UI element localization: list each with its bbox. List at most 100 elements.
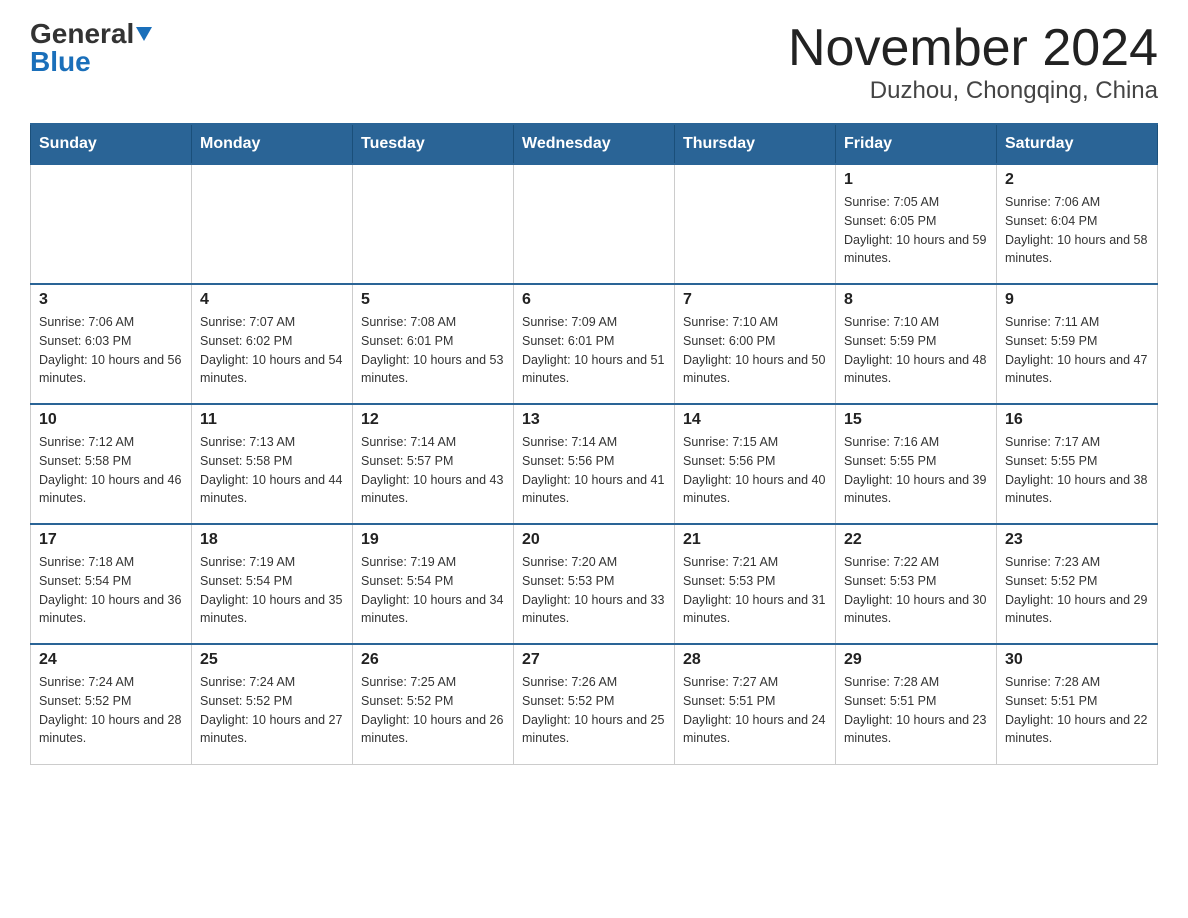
day-info: Sunrise: 7:16 AMSunset: 5:55 PMDaylight:… <box>844 433 988 508</box>
calendar-cell: 1 Sunrise: 7:05 AMSunset: 6:05 PMDaylight… <box>836 164 997 284</box>
day-info: Sunrise: 7:10 AMSunset: 6:00 PMDaylight:… <box>683 313 827 388</box>
logo-blue-text: Blue <box>30 48 91 76</box>
calendar-body: 1 Sunrise: 7:05 AMSunset: 6:05 PMDaylight… <box>31 164 1158 764</box>
calendar-cell <box>514 164 675 284</box>
day-number: 26 <box>361 651 505 669</box>
day-info: Sunrise: 7:08 AMSunset: 6:01 PMDaylight:… <box>361 313 505 388</box>
day-info: Sunrise: 7:18 AMSunset: 5:54 PMDaylight:… <box>39 553 183 628</box>
page-header: General Blue November 2024 Duzhou, Chong… <box>30 20 1158 105</box>
week-row-1: 1 Sunrise: 7:05 AMSunset: 6:05 PMDaylight… <box>31 164 1158 284</box>
weekday-header-wednesday: Wednesday <box>514 124 675 164</box>
calendar-cell: 23 Sunrise: 7:23 AMSunset: 5:52 PMDayligh… <box>997 524 1158 644</box>
calendar-cell: 29 Sunrise: 7:28 AMSunset: 5:51 PMDayligh… <box>836 644 997 764</box>
calendar-cell: 13 Sunrise: 7:14 AMSunset: 5:56 PMDayligh… <box>514 404 675 524</box>
weekday-header-monday: Monday <box>192 124 353 164</box>
calendar-cell: 9 Sunrise: 7:11 AMSunset: 5:59 PMDaylight… <box>997 284 1158 404</box>
logo-triangle-icon <box>136 27 152 41</box>
day-info: Sunrise: 7:19 AMSunset: 5:54 PMDaylight:… <box>361 553 505 628</box>
weekday-header-saturday: Saturday <box>997 124 1158 164</box>
day-info: Sunrise: 7:17 AMSunset: 5:55 PMDaylight:… <box>1005 433 1149 508</box>
calendar-cell: 11 Sunrise: 7:13 AMSunset: 5:58 PMDayligh… <box>192 404 353 524</box>
day-info: Sunrise: 7:09 AMSunset: 6:01 PMDaylight:… <box>522 313 666 388</box>
calendar-cell <box>31 164 192 284</box>
calendar-cell: 4Sunrise: 7:07 AMSunset: 6:02 PMDaylight… <box>192 284 353 404</box>
day-number: 29 <box>844 651 988 669</box>
day-number: 1 <box>844 171 988 189</box>
day-info: Sunrise: 7:28 AMSunset: 5:51 PMDaylight:… <box>1005 673 1149 748</box>
day-number: 3 <box>39 291 183 309</box>
day-number: 19 <box>361 531 505 549</box>
calendar-cell: 27 Sunrise: 7:26 AMSunset: 5:52 PMDayligh… <box>514 644 675 764</box>
calendar-cell: 7Sunrise: 7:10 AMSunset: 6:00 PMDaylight… <box>675 284 836 404</box>
calendar-cell: 2 Sunrise: 7:06 AMSunset: 6:04 PMDaylight… <box>997 164 1158 284</box>
calendar-cell: 16 Sunrise: 7:17 AMSunset: 5:55 PMDayligh… <box>997 404 1158 524</box>
day-number: 21 <box>683 531 827 549</box>
day-info: Sunrise: 7:05 AMSunset: 6:05 PMDaylight:… <box>844 193 988 268</box>
calendar-cell: 10 Sunrise: 7:12 AMSunset: 5:58 PMDayligh… <box>31 404 192 524</box>
day-number: 17 <box>39 531 183 549</box>
day-number: 11 <box>200 411 344 429</box>
calendar-cell: 21 Sunrise: 7:21 AMSunset: 5:53 PMDayligh… <box>675 524 836 644</box>
day-number: 27 <box>522 651 666 669</box>
day-number: 28 <box>683 651 827 669</box>
day-number: 2 <box>1005 171 1149 189</box>
calendar-cell: 5 Sunrise: 7:08 AMSunset: 6:01 PMDaylight… <box>353 284 514 404</box>
day-info: Sunrise: 7:06 AMSunset: 6:04 PMDaylight:… <box>1005 193 1149 268</box>
day-number: 14 <box>683 411 827 429</box>
calendar-cell: 17 Sunrise: 7:18 AMSunset: 5:54 PMDayligh… <box>31 524 192 644</box>
calendar-cell: 8Sunrise: 7:10 AMSunset: 5:59 PMDaylight… <box>836 284 997 404</box>
day-number: 25 <box>200 651 344 669</box>
day-info: Sunrise: 7:14 AMSunset: 5:56 PMDaylight:… <box>522 433 666 508</box>
day-info: Sunrise: 7:06 AMSunset: 6:03 PMDaylight:… <box>39 313 183 388</box>
day-number: 15 <box>844 411 988 429</box>
day-info: Sunrise: 7:07 AMSunset: 6:02 PMDaylight:… <box>200 313 344 388</box>
weekday-header-sunday: Sunday <box>31 124 192 164</box>
calendar-title: November 2024 <box>788 20 1158 77</box>
day-number: 16 <box>1005 411 1149 429</box>
day-number: 5 <box>361 291 505 309</box>
day-info: Sunrise: 7:19 AMSunset: 5:54 PMDaylight:… <box>200 553 344 628</box>
calendar-cell: 19 Sunrise: 7:19 AMSunset: 5:54 PMDayligh… <box>353 524 514 644</box>
calendar-cell: 20Sunrise: 7:20 AMSunset: 5:53 PMDayligh… <box>514 524 675 644</box>
day-number: 13 <box>522 411 666 429</box>
calendar-cell: 22 Sunrise: 7:22 AMSunset: 5:53 PMDayligh… <box>836 524 997 644</box>
day-number: 12 <box>361 411 505 429</box>
weekday-header-row: SundayMondayTuesdayWednesdayThursdayFrid… <box>31 124 1158 164</box>
day-info: Sunrise: 7:23 AMSunset: 5:52 PMDaylight:… <box>1005 553 1149 628</box>
calendar-subtitle: Duzhou, Chongqing, China <box>788 77 1158 105</box>
day-info: Sunrise: 7:24 AMSunset: 5:52 PMDaylight:… <box>39 673 183 748</box>
day-number: 10 <box>39 411 183 429</box>
day-number: 24 <box>39 651 183 669</box>
day-info: Sunrise: 7:22 AMSunset: 5:53 PMDaylight:… <box>844 553 988 628</box>
calendar-cell: 6Sunrise: 7:09 AMSunset: 6:01 PMDaylight… <box>514 284 675 404</box>
calendar-table: SundayMondayTuesdayWednesdayThursdayFrid… <box>30 123 1158 765</box>
calendar-cell <box>192 164 353 284</box>
calendar-cell: 15 Sunrise: 7:16 AMSunset: 5:55 PMDayligh… <box>836 404 997 524</box>
weekday-header-tuesday: Tuesday <box>353 124 514 164</box>
calendar-title-block: November 2024 Duzhou, Chongqing, China <box>788 20 1158 105</box>
week-row-4: 17 Sunrise: 7:18 AMSunset: 5:54 PMDayligh… <box>31 524 1158 644</box>
calendar-cell: 3 Sunrise: 7:06 AMSunset: 6:03 PMDaylight… <box>31 284 192 404</box>
calendar-cell <box>675 164 836 284</box>
weekday-header-thursday: Thursday <box>675 124 836 164</box>
calendar-cell: 12Sunrise: 7:14 AMSunset: 5:57 PMDayligh… <box>353 404 514 524</box>
calendar-cell: 25Sunrise: 7:24 AMSunset: 5:52 PMDayligh… <box>192 644 353 764</box>
day-info: Sunrise: 7:26 AMSunset: 5:52 PMDaylight:… <box>522 673 666 748</box>
calendar-cell: 30 Sunrise: 7:28 AMSunset: 5:51 PMDayligh… <box>997 644 1158 764</box>
day-number: 23 <box>1005 531 1149 549</box>
day-number: 20 <box>522 531 666 549</box>
day-number: 30 <box>1005 651 1149 669</box>
day-info: Sunrise: 7:28 AMSunset: 5:51 PMDaylight:… <box>844 673 988 748</box>
weekday-header-friday: Friday <box>836 124 997 164</box>
calendar-cell <box>353 164 514 284</box>
day-info: Sunrise: 7:11 AMSunset: 5:59 PMDaylight:… <box>1005 313 1149 388</box>
day-info: Sunrise: 7:27 AMSunset: 5:51 PMDaylight:… <box>683 673 827 748</box>
logo: General Blue <box>30 20 152 76</box>
week-row-2: 3 Sunrise: 7:06 AMSunset: 6:03 PMDaylight… <box>31 284 1158 404</box>
day-number: 9 <box>1005 291 1149 309</box>
day-number: 22 <box>844 531 988 549</box>
day-info: Sunrise: 7:12 AMSunset: 5:58 PMDaylight:… <box>39 433 183 508</box>
day-number: 18 <box>200 531 344 549</box>
day-info: Sunrise: 7:21 AMSunset: 5:53 PMDaylight:… <box>683 553 827 628</box>
day-info: Sunrise: 7:13 AMSunset: 5:58 PMDaylight:… <box>200 433 344 508</box>
